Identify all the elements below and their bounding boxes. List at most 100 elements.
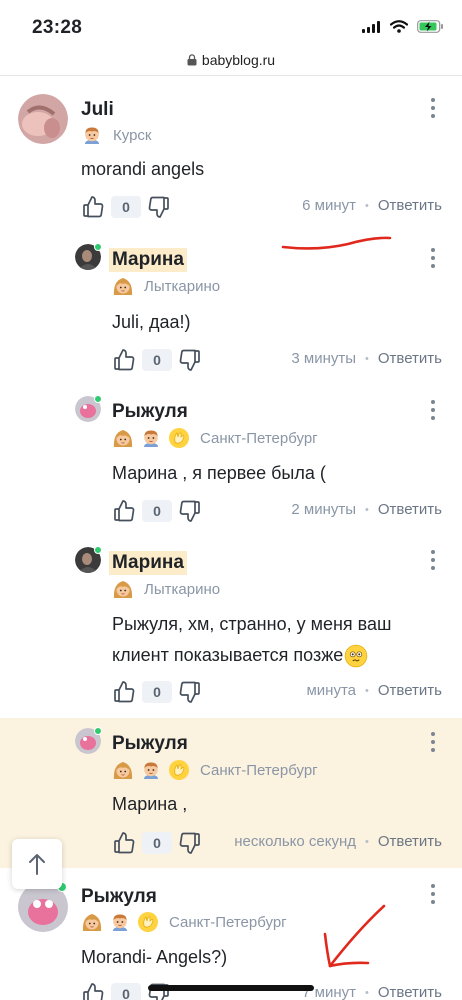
comment-meta: 3 минуты • Ответить: [291, 350, 442, 367]
author-name[interactable]: Рыжуля: [112, 401, 188, 423]
comment-actions: 0 3 минуты • Ответить: [112, 348, 462, 374]
user-city: Санкт-Петербург: [200, 761, 318, 779]
user-badges: Курск: [81, 124, 151, 146]
separator-dot: •: [365, 986, 369, 999]
reply-link[interactable]: Ответить: [378, 984, 442, 1000]
like-icon[interactable]: [112, 499, 136, 523]
more-icon[interactable]: [430, 98, 436, 118]
baby-boy-emoji: [140, 427, 162, 449]
dislike-icon[interactable]: [147, 195, 171, 219]
author-name[interactable]: Марина: [109, 551, 187, 575]
reply-link[interactable]: Ответить: [378, 833, 442, 850]
baby-boy-emoji: [109, 911, 131, 933]
comment-time: 2 минуты: [291, 501, 357, 518]
hand-wave-emoji: [137, 911, 159, 933]
user-badges: Санкт-Петербург: [112, 427, 318, 449]
hand-wave-emoji: [168, 427, 190, 449]
reply-link[interactable]: Ответить: [378, 501, 442, 518]
comment-text: Juli, даа!): [112, 312, 191, 332]
user-badges: Санкт-Петербург: [81, 911, 287, 933]
status-time: 23:28: [32, 17, 83, 38]
user-badges: Лыткарино: [112, 275, 220, 297]
comment-time: несколько секунд: [234, 833, 357, 850]
home-indicator: [148, 985, 314, 991]
comment-text: morandi angels: [81, 159, 205, 179]
dislike-icon[interactable]: [178, 499, 202, 523]
wifi-icon: [390, 20, 408, 33]
user-badges: Санкт-Петербург: [112, 759, 318, 781]
like-icon[interactable]: [112, 348, 136, 372]
signal-icon: [362, 20, 380, 33]
more-icon[interactable]: [430, 400, 436, 420]
battery-charging-icon: [417, 20, 443, 33]
comment-meta: 7 минут • Ответить: [302, 984, 442, 1000]
baby-boy-emoji: [140, 759, 162, 781]
status-icons: [362, 20, 444, 33]
separator-dot: •: [365, 503, 369, 516]
like-icon[interactable]: [81, 982, 105, 1000]
comment-item: Рыжуля Санкт-Петербург Марина , я первее…: [0, 388, 462, 538]
baby-boy-emoji: [81, 124, 103, 146]
like-icon[interactable]: [81, 195, 105, 219]
avatar: [18, 94, 68, 144]
user-badges: Лыткарино: [112, 578, 220, 600]
baby-girl-emoji: [112, 578, 134, 600]
more-icon[interactable]: [430, 884, 436, 904]
comment-item-highlighted: Рыжуля Санкт-Петербург Марина , 0 нескол…: [0, 718, 462, 868]
dislike-icon[interactable]: [178, 831, 202, 855]
baby-girl-emoji: [112, 275, 134, 297]
scroll-to-top-button[interactable]: [12, 839, 62, 889]
comment-actions: 0 2 минуты • Ответить: [112, 499, 462, 525]
comment-time: минута: [306, 682, 357, 699]
separator-dot: •: [365, 199, 369, 212]
like-icon[interactable]: [112, 680, 136, 704]
reply-link[interactable]: Ответить: [378, 197, 442, 214]
author-name[interactable]: Рыжуля: [112, 733, 188, 755]
comment-item: Марина Лыткарино Juli, даа!) 0 3 минуты …: [0, 238, 462, 388]
comment-meta: минута • Ответить: [306, 682, 442, 699]
online-indicator: [94, 727, 102, 735]
url-text: babyblog.ru: [201, 51, 276, 68]
comment-text: Марина ,: [112, 794, 188, 814]
comment-text: Morandi- Angels?): [81, 947, 228, 967]
comment-time: 3 минуты: [291, 350, 357, 367]
comment-text-line: клиент показывается позже: [112, 640, 452, 671]
comment-time: 6 минут: [302, 197, 357, 214]
baby-girl-emoji: [112, 759, 134, 781]
separator-dot: •: [365, 835, 369, 848]
comment-text: Марина , я первее была (: [112, 463, 326, 483]
author-name[interactable]: Рыжуля: [81, 886, 157, 908]
likes-count: 0: [142, 500, 172, 522]
likes-count: 0: [142, 681, 172, 703]
dislike-icon[interactable]: [178, 348, 202, 372]
more-icon[interactable]: [430, 550, 436, 570]
more-icon[interactable]: [430, 248, 436, 268]
user-city: Санкт-Петербург: [200, 429, 318, 447]
baby-girl-emoji: [112, 427, 134, 449]
separator-dot: •: [365, 352, 369, 365]
comment-text: Рыжуля, хм, странно, у меня ваш клиент п…: [112, 609, 452, 671]
author-name[interactable]: Марина: [109, 248, 187, 272]
hand-wave-emoji: [168, 759, 190, 781]
reply-link[interactable]: Ответить: [378, 682, 442, 699]
comment-meta: несколько секунд • Ответить: [234, 833, 442, 850]
dislike-icon[interactable]: [178, 680, 202, 704]
user-city: Курск: [113, 126, 152, 144]
status-bar: 23:28: [0, 0, 462, 44]
likes-count: 0: [111, 196, 141, 218]
separator-dot: •: [365, 684, 369, 697]
like-icon[interactable]: [112, 831, 136, 855]
user-city: Санкт-Петербург: [169, 913, 287, 931]
user-city: Лыткарино: [144, 277, 221, 295]
user-city: Лыткарино: [144, 580, 221, 598]
confused-emoji: [344, 644, 368, 668]
more-icon[interactable]: [430, 732, 436, 752]
likes-count: 0: [111, 983, 141, 1000]
comment-actions: 0 несколько секунд • Ответить: [112, 831, 462, 857]
url-bar[interactable]: babyblog.ru: [0, 44, 462, 76]
online-indicator: [94, 243, 102, 251]
author-name[interactable]: Juli: [81, 99, 114, 121]
comment-meta: 6 минут • Ответить: [302, 197, 442, 214]
online-indicator: [94, 395, 102, 403]
reply-link[interactable]: Ответить: [378, 350, 442, 367]
